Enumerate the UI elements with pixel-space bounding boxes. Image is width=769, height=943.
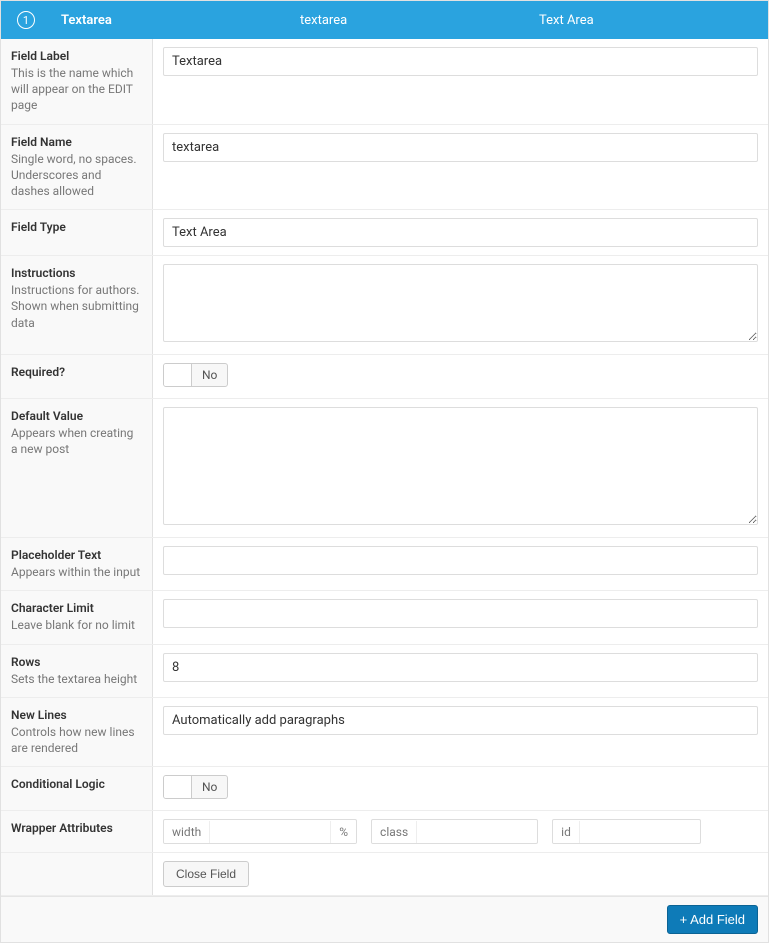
- default-value-input[interactable]: [163, 407, 758, 525]
- instructions-label: Instructions: [11, 266, 142, 280]
- header-name: textarea: [290, 13, 529, 28]
- rows-label: Rows: [11, 655, 142, 669]
- default-value-label: Default Value: [11, 409, 142, 423]
- field-order-number: 1: [17, 11, 35, 29]
- field-label-input[interactable]: [163, 47, 758, 76]
- conditional-toggle-text: No: [192, 776, 227, 798]
- newlines-select[interactable]: Automatically add paragraphs: [163, 706, 758, 735]
- rows-desc: Sets the textarea height: [11, 671, 142, 687]
- toggle-handle: [164, 364, 192, 386]
- required-toggle-text: No: [192, 364, 227, 386]
- conditional-toggle[interactable]: No: [163, 775, 228, 799]
- placeholder-input[interactable]: [163, 546, 758, 575]
- wrapper-id-group: id: [552, 819, 701, 844]
- field-type-label: Field Type: [11, 220, 142, 234]
- wrapper-class-group: class: [371, 819, 538, 844]
- wrapper-width-group: width %: [163, 819, 357, 844]
- toggle-handle: [164, 776, 192, 798]
- wrapper-width-prefix: width: [164, 821, 210, 843]
- conditional-label: Conditional Logic: [11, 777, 142, 791]
- wrapper-class-input[interactable]: [417, 820, 537, 843]
- field-name-input[interactable]: [163, 133, 758, 162]
- add-field-button[interactable]: + Add Field: [667, 905, 758, 934]
- field-order-col: 1: [1, 11, 51, 29]
- wrapper-id-prefix: id: [553, 821, 580, 843]
- field-label-label: Field Label: [11, 49, 142, 63]
- default-value-desc: Appears when creating a new post: [11, 425, 142, 457]
- field-name-label: Field Name: [11, 135, 142, 149]
- newlines-desc: Controls how new lines are rendered: [11, 724, 142, 756]
- wrapper-width-suffix: %: [330, 821, 356, 843]
- charlimit-desc: Leave blank for no limit: [11, 617, 142, 633]
- header-type: Text Area: [529, 13, 768, 28]
- wrapper-width-input[interactable]: [210, 820, 330, 843]
- charlimit-label: Character Limit: [11, 601, 142, 615]
- field-header[interactable]: 1 Textarea textarea Text Area: [1, 1, 768, 39]
- charlimit-input[interactable]: [163, 599, 758, 628]
- placeholder-label: Placeholder Text: [11, 548, 142, 562]
- placeholder-desc: Appears within the input: [11, 564, 142, 580]
- newlines-label: New Lines: [11, 708, 142, 722]
- field-name-desc: Single word, no spaces. Underscores and …: [11, 151, 142, 200]
- instructions-desc: Instructions for authors. Shown when sub…: [11, 282, 142, 331]
- field-label-desc: This is the name which will appear on th…: [11, 65, 142, 114]
- field-type-select[interactable]: Text Area: [163, 218, 758, 247]
- required-toggle[interactable]: No: [163, 363, 228, 387]
- rows-input[interactable]: [163, 653, 758, 682]
- wrapper-class-prefix: class: [372, 821, 417, 843]
- wrapper-label: Wrapper Attributes: [11, 821, 142, 835]
- header-label: Textarea: [51, 13, 290, 28]
- required-label: Required?: [11, 365, 142, 379]
- wrapper-id-input[interactable]: [580, 820, 700, 843]
- close-field-button[interactable]: Close Field: [163, 861, 249, 887]
- instructions-input[interactable]: [163, 264, 758, 342]
